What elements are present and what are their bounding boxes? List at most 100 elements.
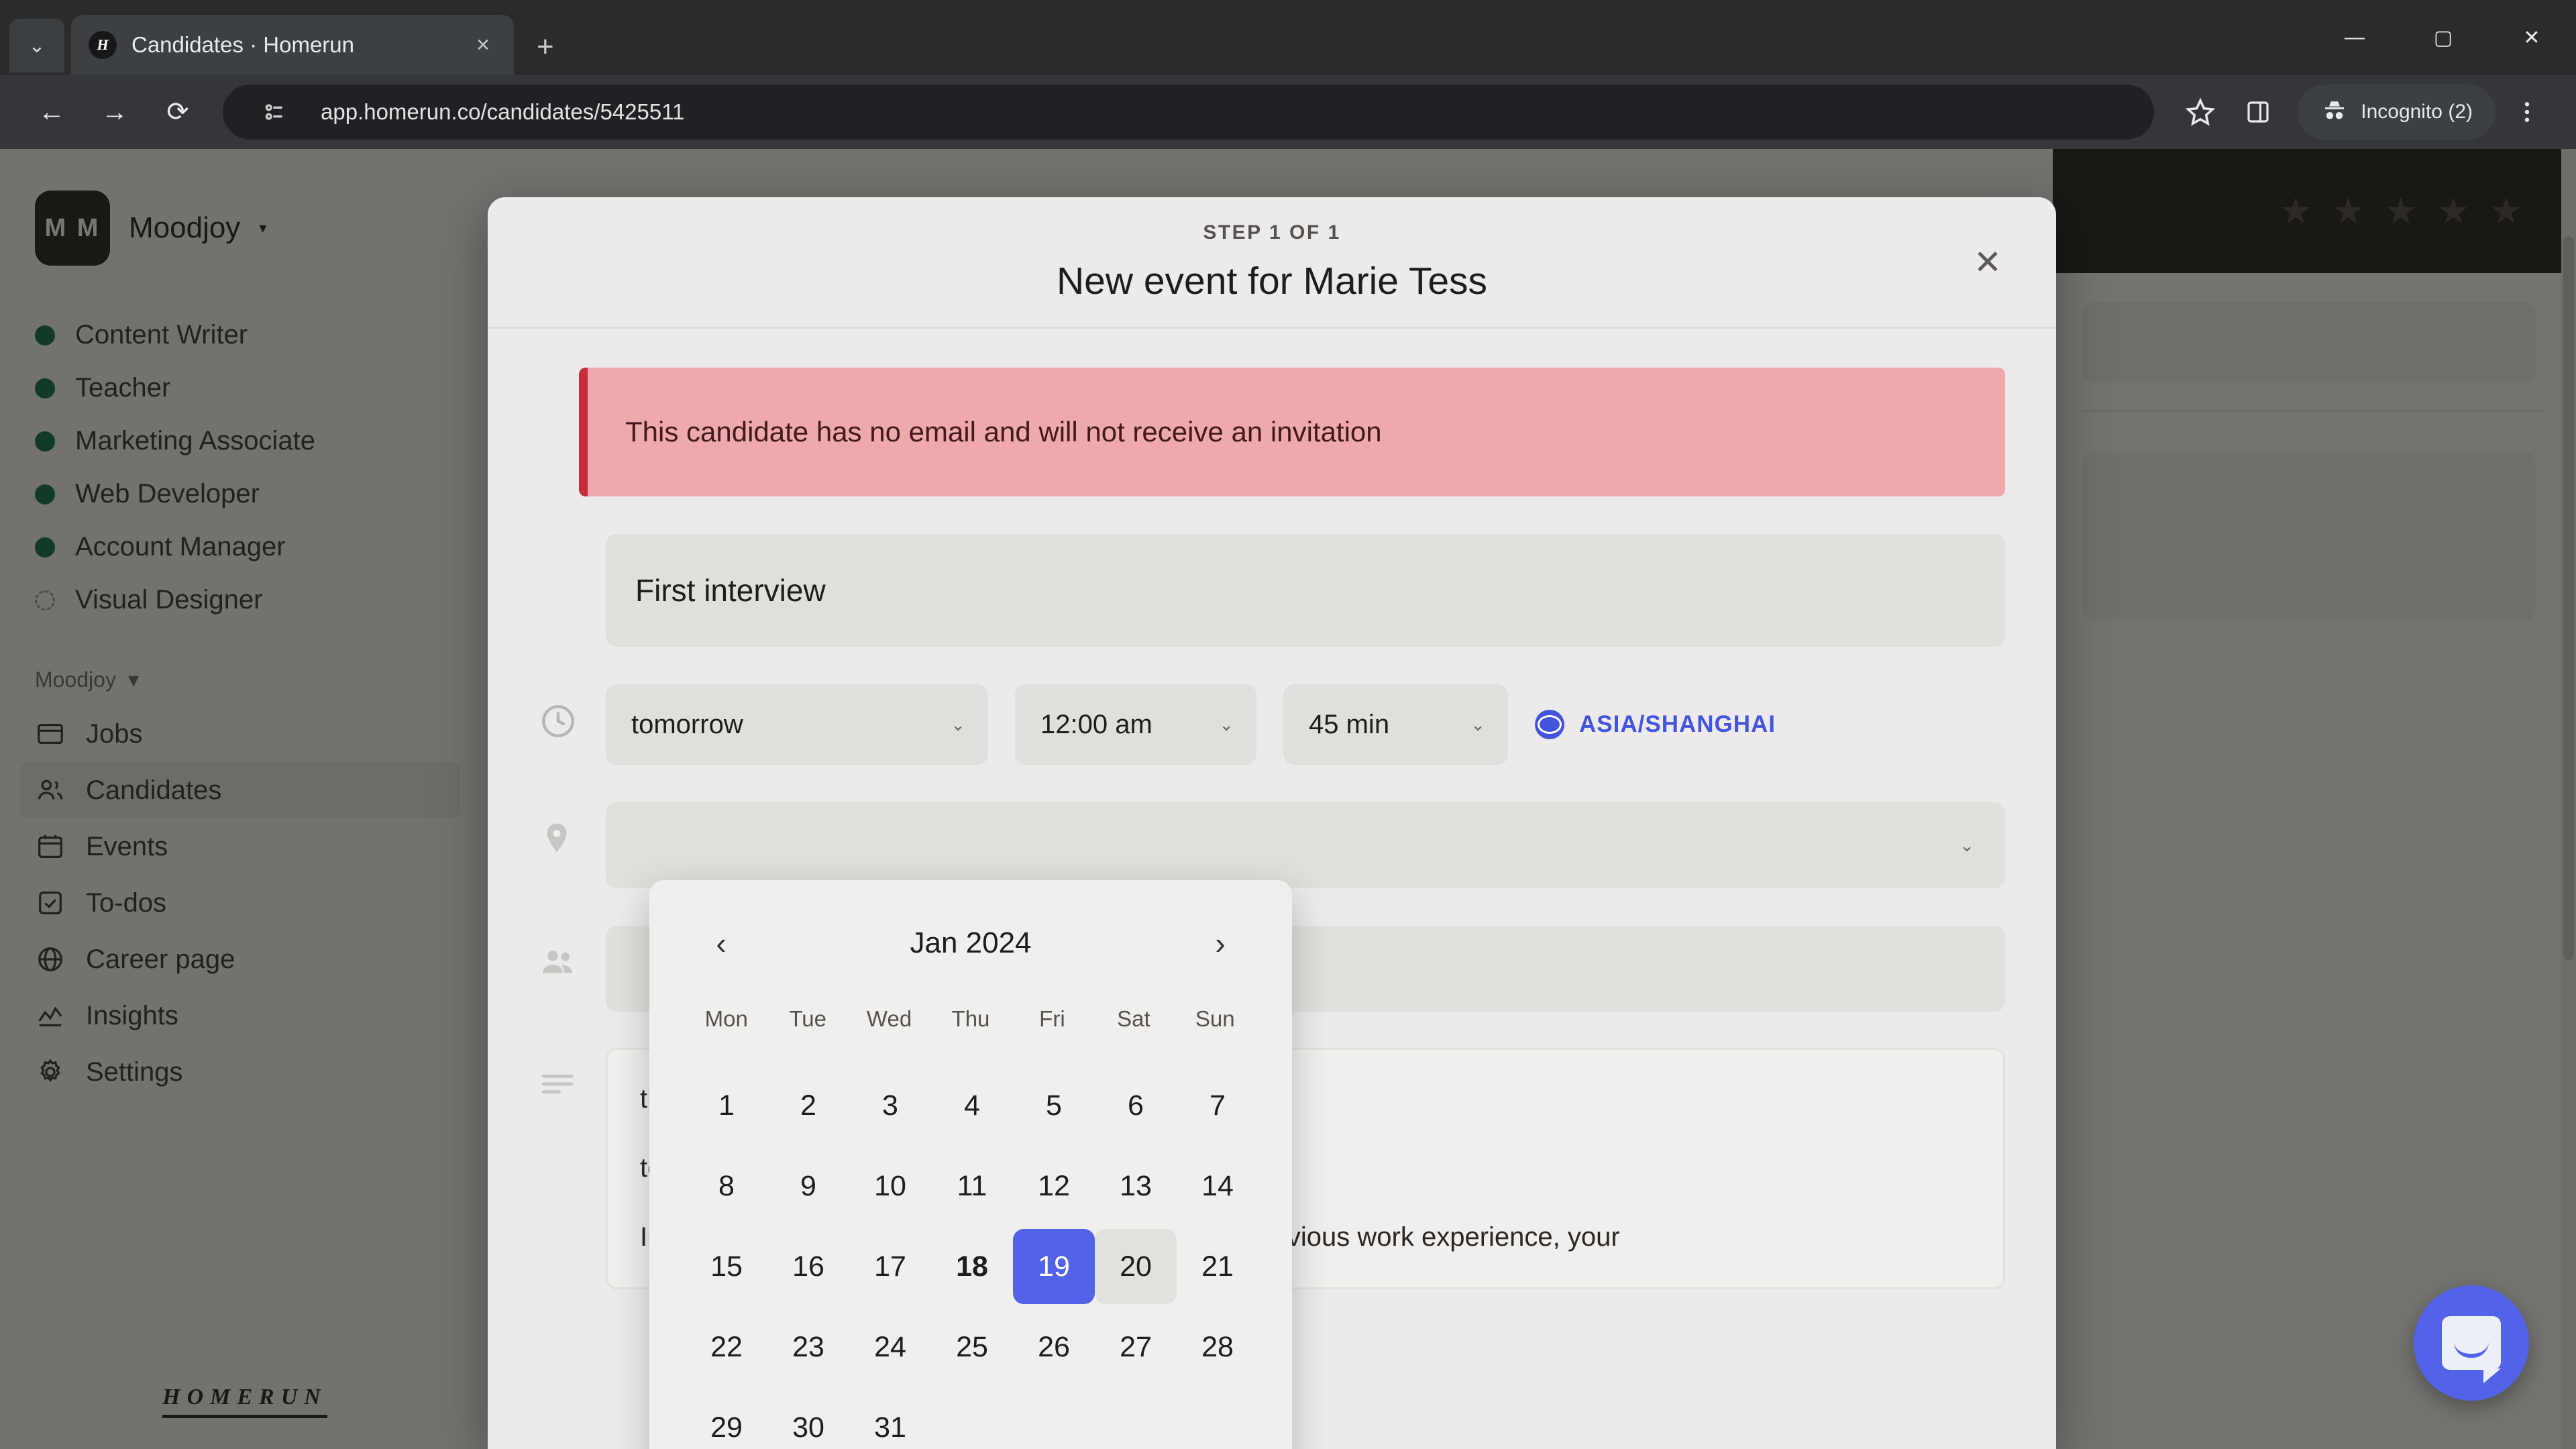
- calendar-day-23[interactable]: 23: [767, 1309, 849, 1385]
- calendar-day-11[interactable]: 11: [931, 1148, 1013, 1224]
- forward-button[interactable]: →: [86, 83, 144, 141]
- new-tab-button[interactable]: +: [537, 32, 554, 62]
- prev-month-button[interactable]: ‹: [698, 925, 745, 961]
- calendar-day-cell[interactable]: 6: [1095, 1065, 1177, 1146]
- calendar-day-31[interactable]: 31: [849, 1390, 931, 1449]
- calendar-day-cell[interactable]: 19: [1013, 1226, 1095, 1307]
- calendar-day-cell[interactable]: 20: [1095, 1226, 1177, 1307]
- people-icon: [539, 943, 578, 982]
- tab-search-button[interactable]: ⌄: [9, 19, 64, 72]
- calendar-day-15[interactable]: 15: [686, 1229, 767, 1304]
- weekday-label: Thu: [951, 1006, 990, 1031]
- calendar-day-22[interactable]: 22: [686, 1309, 767, 1385]
- calendar-day-cell[interactable]: 14: [1177, 1146, 1258, 1226]
- calendar-day-cell[interactable]: 23: [767, 1307, 849, 1387]
- three-dot-menu-icon[interactable]: [2501, 86, 2553, 138]
- event-title-input[interactable]: First interview: [606, 534, 2005, 647]
- calendar-day-18[interactable]: 18: [931, 1229, 1013, 1304]
- smile-icon: [2454, 1342, 2489, 1358]
- calendar-day-cell[interactable]: 13: [1095, 1146, 1177, 1226]
- timezone-link[interactable]: ASIA/SHANGHAI: [1535, 710, 1776, 739]
- calendar-day-28[interactable]: 28: [1177, 1309, 1258, 1385]
- calendar-day-2[interactable]: 2: [767, 1068, 849, 1143]
- calendar-day-cell[interactable]: 28: [1177, 1307, 1258, 1387]
- calendar-day-5[interactable]: 5: [1013, 1068, 1095, 1143]
- calendar-day-cell[interactable]: 9: [767, 1146, 849, 1226]
- weekday-label: Sun: [1195, 1006, 1235, 1031]
- calendar-day-13[interactable]: 13: [1095, 1148, 1177, 1224]
- calendar-day-cell[interactable]: 7: [1177, 1065, 1258, 1146]
- page-info-icon[interactable]: [248, 86, 301, 138]
- location-select[interactable]: ⌄: [606, 802, 2005, 888]
- next-month-button[interactable]: ›: [1197, 925, 1244, 961]
- calendar-day-12[interactable]: 12: [1013, 1148, 1095, 1224]
- page-viewport: M M Moodjoy ▾ Content Writer Teacher Mar…: [0, 149, 2576, 1449]
- url-text: app.homerun.co/candidates/5425511: [321, 99, 685, 124]
- calendar-day-20[interactable]: 20: [1095, 1229, 1177, 1304]
- warning-text: This candidate has no email and will not…: [625, 416, 1382, 447]
- calendar-day-cell[interactable]: 26: [1013, 1307, 1095, 1387]
- calendar-day-6[interactable]: 6: [1095, 1068, 1177, 1143]
- intercom-launcher-button[interactable]: [2414, 1285, 2529, 1401]
- calendar-day-cell[interactable]: 11: [931, 1146, 1013, 1226]
- calendar-day-10[interactable]: 10: [849, 1148, 931, 1224]
- calendar-day-cell[interactable]: 29: [686, 1387, 767, 1449]
- browser-tab[interactable]: H Candidates · Homerun ×: [71, 15, 514, 75]
- datetime-selects: tomorrow ⌄ 12:00 am ⌄ 45 min ⌄ ASIA/SHAN…: [606, 684, 1776, 765]
- calendar-day-9[interactable]: 9: [767, 1148, 849, 1224]
- calendar-day-26[interactable]: 26: [1013, 1309, 1095, 1385]
- calendar-day-cell[interactable]: 16: [767, 1226, 849, 1307]
- calendar-day-cell[interactable]: 24: [849, 1307, 931, 1387]
- duration-select[interactable]: 45 min ⌄: [1283, 684, 1508, 765]
- minimize-button[interactable]: —: [2310, 0, 2399, 75]
- calendar-day-cell[interactable]: 21: [1177, 1226, 1258, 1307]
- when-select[interactable]: tomorrow ⌄: [606, 684, 988, 765]
- close-tab-button[interactable]: ×: [470, 30, 496, 60]
- calendar-day-25[interactable]: 25: [931, 1309, 1013, 1385]
- calendar-day-14[interactable]: 14: [1177, 1148, 1258, 1224]
- address-bar[interactable]: app.homerun.co/candidates/5425511: [223, 85, 2155, 140]
- calendar-day-3[interactable]: 3: [849, 1068, 931, 1143]
- browser-toolbar: ← → ⟳ app.homerun.co/candidates/5425511: [0, 75, 2576, 149]
- close-icon[interactable]: ✕: [1960, 234, 2016, 290]
- side-panel-icon[interactable]: [2232, 86, 2284, 138]
- star-icon[interactable]: [2174, 86, 2226, 138]
- calendar-day-cell[interactable]: 5: [1013, 1065, 1095, 1146]
- calendar-day-cell[interactable]: 2: [767, 1065, 849, 1146]
- calendar-day-17[interactable]: 17: [849, 1229, 931, 1304]
- calendar-day-cell[interactable]: 4: [931, 1065, 1013, 1146]
- calendar-day-4[interactable]: 4: [931, 1068, 1013, 1143]
- calendar-day-27[interactable]: 27: [1095, 1309, 1177, 1385]
- calendar-day-cell[interactable]: 10: [849, 1146, 931, 1226]
- close-window-button[interactable]: ✕: [2487, 0, 2576, 75]
- calendar-day-21[interactable]: 21: [1177, 1229, 1258, 1304]
- calendar-day-cell[interactable]: 31: [849, 1387, 931, 1449]
- calendar-day-cell[interactable]: 15: [686, 1226, 767, 1307]
- page-title: New event for Marie Tess: [1056, 259, 1488, 303]
- calendar-day-1[interactable]: 1: [686, 1068, 767, 1143]
- calendar-day-8[interactable]: 8: [686, 1148, 767, 1224]
- calendar-day-16[interactable]: 16: [767, 1229, 849, 1304]
- calendar-day-cell[interactable]: 1: [686, 1065, 767, 1146]
- calendar-day-24[interactable]: 24: [849, 1309, 931, 1385]
- calendar-day-cell[interactable]: 18: [931, 1226, 1013, 1307]
- calendar-day-19[interactable]: 19: [1013, 1229, 1095, 1304]
- calendar-day-cell[interactable]: 8: [686, 1146, 767, 1226]
- calendar-day-cell[interactable]: 12: [1013, 1146, 1095, 1226]
- tab-title: Candidates · Homerun: [131, 32, 354, 57]
- calendar-day-29[interactable]: 29: [686, 1390, 767, 1449]
- calendar-day-30[interactable]: 30: [767, 1390, 849, 1449]
- calendar-day-cell[interactable]: 25: [931, 1307, 1013, 1387]
- text-lines-icon: [539, 1065, 578, 1104]
- calendar-day-cell[interactable]: 27: [1095, 1307, 1177, 1387]
- calendar-day-cell[interactable]: 30: [767, 1387, 849, 1449]
- start-time-select[interactable]: 12:00 am ⌄: [1015, 684, 1256, 765]
- maximize-button[interactable]: ▢: [2399, 0, 2487, 75]
- calendar-day-cell[interactable]: 22: [686, 1307, 767, 1387]
- calendar-day-7[interactable]: 7: [1177, 1068, 1258, 1143]
- reload-button[interactable]: ⟳: [149, 83, 207, 141]
- calendar-day-cell[interactable]: 17: [849, 1226, 931, 1307]
- back-button[interactable]: ←: [23, 83, 80, 141]
- calendar-day-cell[interactable]: 3: [849, 1065, 931, 1146]
- incognito-indicator[interactable]: Incognito (2): [2298, 85, 2496, 140]
